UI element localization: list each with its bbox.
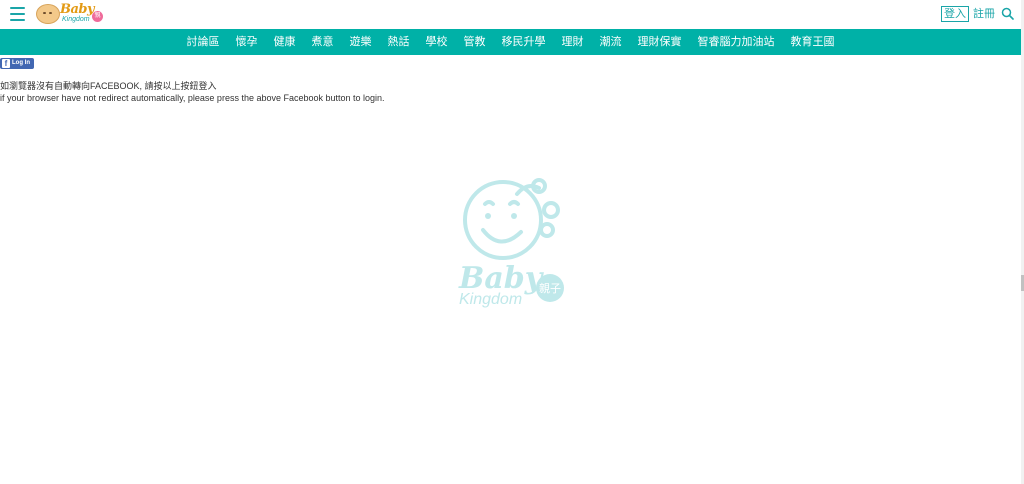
baby-face-icon (36, 4, 60, 24)
nav-item[interactable]: 智睿腦力加油站 (690, 29, 783, 55)
facebook-login-label: Log In (12, 60, 30, 66)
main-nav: 討論區 懷孕 健康 煮意 遊樂 熱話 學校 管教 移民升學 理財 潮流 理財保實 智睿腦力加油站 教育王國 (0, 29, 1021, 55)
nav-item[interactable]: 教育王國 (783, 29, 843, 55)
nav-item[interactable]: 討論區 (179, 29, 228, 55)
logo-badge: 親子 (92, 11, 103, 30)
redirect-message-zh: 如瀏覽器沒有自動轉向FACEBOOK, 請按以上按鈕登入 (0, 81, 217, 91)
redirect-message-en: if your browser have not redirect automa… (0, 93, 385, 103)
nav-item[interactable]: 熱話 (380, 29, 418, 55)
site-logo[interactable]: Baby Kingdom 親子 (36, 2, 104, 30)
facebook-icon: f (2, 59, 10, 68)
nav-item[interactable]: 理財保實 (630, 29, 690, 55)
logo-kingdom-text: Kingdom (62, 16, 90, 23)
register-link[interactable]: 註冊 (973, 7, 995, 21)
login-button[interactable]: 登入 (941, 6, 969, 22)
nav-item[interactable]: 健康 (266, 29, 304, 55)
nav-item[interactable]: 潮流 (592, 29, 630, 55)
top-header: Baby Kingdom 親子 登入 註冊 (0, 0, 1021, 30)
nav-item[interactable]: 懷孕 (228, 29, 266, 55)
nav-item[interactable]: 遊樂 (342, 29, 380, 55)
watermark-kingdom: Kingdom (459, 291, 522, 308)
menu-icon[interactable] (10, 7, 25, 21)
nav-item[interactable]: 移民升學 (494, 29, 554, 55)
nav-items: 討論區 懷孕 健康 煮意 遊樂 熱話 學校 管教 移民升學 理財 潮流 理財保實 智睿腦力加油站 教育王國 (0, 29, 1021, 55)
facebook-login-button[interactable]: f Log In (0, 58, 34, 69)
logo-baby-text: Baby (60, 2, 95, 17)
watermark-badge: 親子 (539, 282, 561, 295)
nav-item[interactable]: 學校 (418, 29, 456, 55)
nav-item[interactable]: 理財 (554, 29, 592, 55)
nav-item[interactable]: 煮意 (304, 29, 342, 55)
baby-kingdom-watermark: Baby Kingdom 親子 (455, 174, 570, 310)
search-icon[interactable] (1001, 7, 1014, 20)
nav-item[interactable]: 管教 (456, 29, 494, 55)
